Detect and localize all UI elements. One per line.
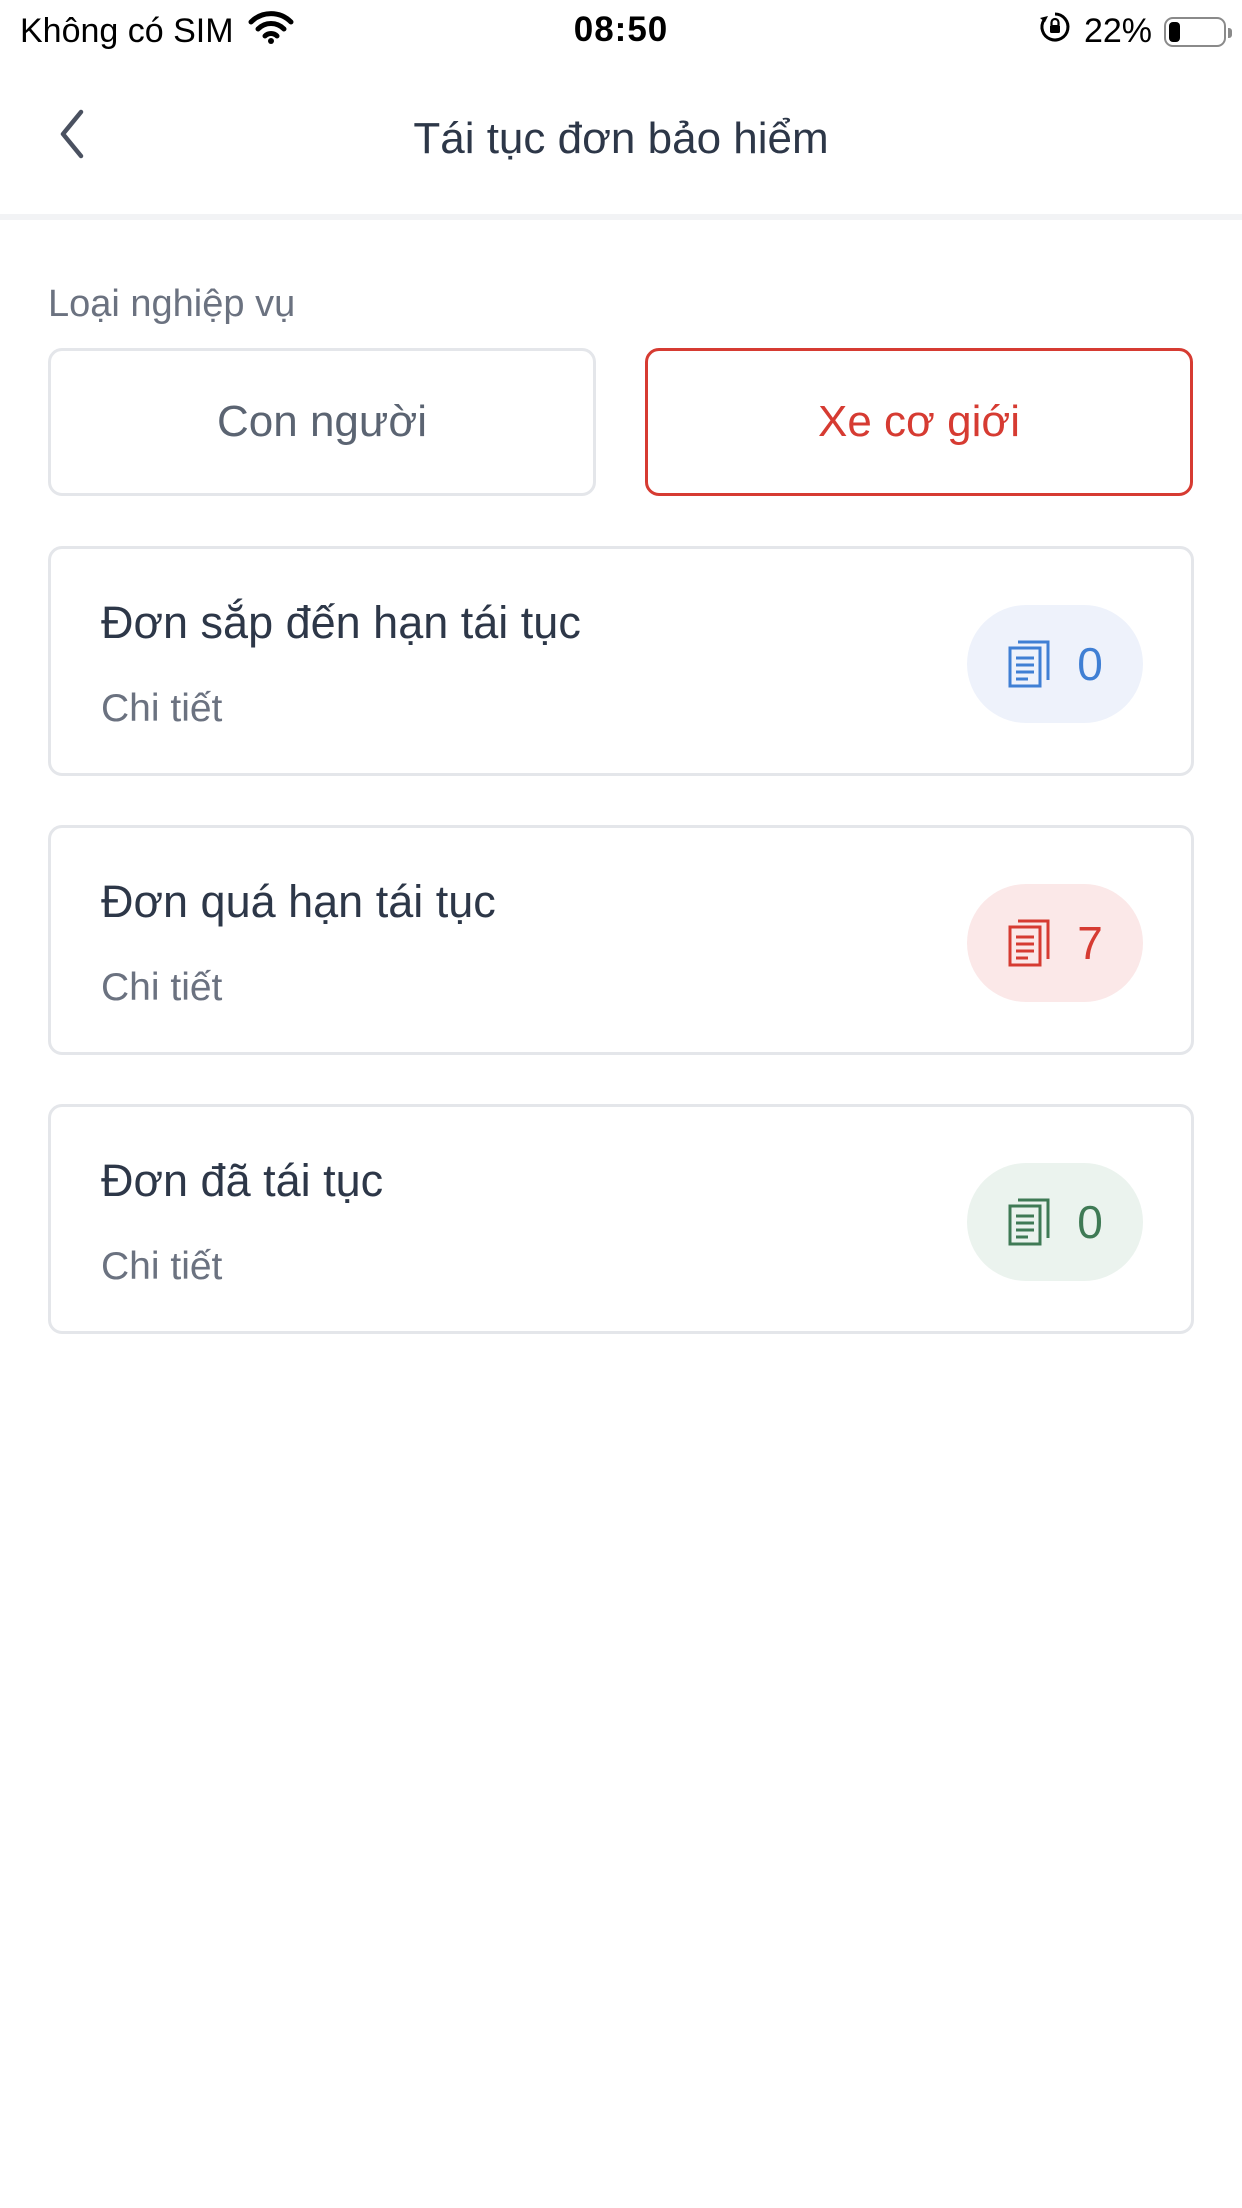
card-detail-link[interactable]: Chi tiết [101, 966, 222, 1010]
document-icon [1007, 1197, 1051, 1247]
card-detail-link[interactable]: Chi tiết [101, 1245, 222, 1289]
battery-tip [1228, 27, 1232, 38]
count-badge: 7 [967, 884, 1143, 1002]
count-badge: 0 [967, 605, 1143, 723]
count-badge: 0 [967, 1163, 1143, 1281]
count-value: 7 [1077, 917, 1103, 969]
screen: Không có SIM 08:50 22% Tái tục đơn bảo h… [0, 0, 1242, 2208]
card-title: Đơn sắp đến hạn tái tục [101, 597, 581, 648]
nav-header: Tái tục đơn bảo hiểm [0, 64, 1242, 220]
segment-xe-co-gioi[interactable]: Xe cơ giới [645, 348, 1193, 496]
card-title: Đơn đã tái tục [101, 1155, 384, 1206]
rotation-lock-icon [1038, 10, 1072, 53]
card-overdue-renewal[interactable]: Đơn quá hạn tái tục Chi tiết 7 [48, 825, 1194, 1055]
segment-con-nguoi[interactable]: Con người [48, 348, 596, 496]
business-type-label: Loại nghiệp vụ [48, 283, 296, 325]
battery-level [1169, 21, 1180, 42]
status-bar: Không có SIM 08:50 22% [0, 0, 1242, 64]
count-value: 0 [1077, 1196, 1103, 1248]
status-right: 22% [1038, 10, 1232, 53]
document-icon [1007, 639, 1051, 689]
card-title: Đơn quá hạn tái tục [101, 876, 496, 927]
battery-percent: 22% [1083, 12, 1152, 50]
card-upcoming-renewal[interactable]: Đơn sắp đến hạn tái tục Chi tiết 0 [48, 546, 1194, 776]
card-detail-link[interactable]: Chi tiết [101, 687, 222, 731]
count-value: 0 [1077, 638, 1103, 690]
document-icon [1007, 918, 1051, 968]
battery-icon [1164, 16, 1232, 47]
card-renewed[interactable]: Đơn đã tái tục Chi tiết 0 [48, 1104, 1194, 1334]
page-title: Tái tục đơn bảo hiểm [413, 114, 829, 163]
